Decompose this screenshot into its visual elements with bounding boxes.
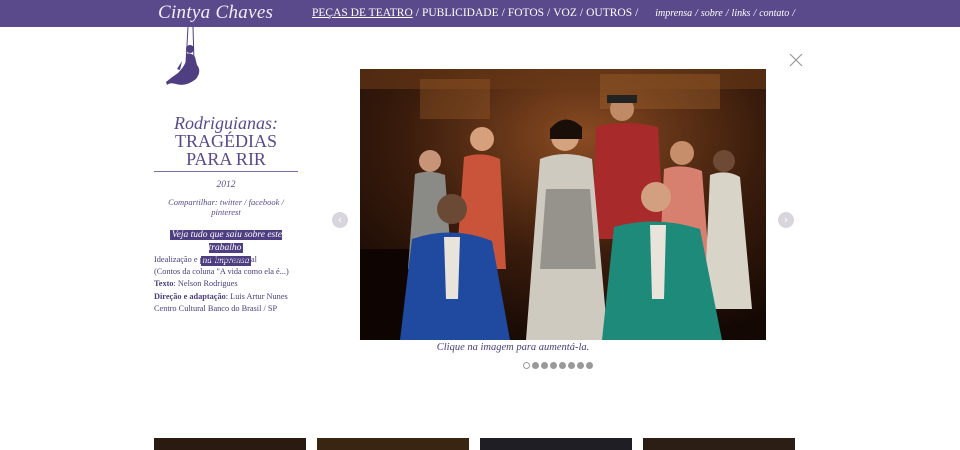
nav-item-fotos[interactable]: FOTOS — [508, 7, 544, 19]
credits-block: Idealização e produção pessoal (Contos d… — [154, 254, 324, 315]
credits-direction-value: : Luis Artur Nunes — [225, 291, 288, 301]
credits-direction-row: Direção e adaptação: Luis Artur Nunes — [154, 291, 324, 303]
share-facebook-link[interactable]: facebook — [249, 197, 280, 207]
nav-separator: / — [635, 7, 639, 19]
nav-separator: / — [579, 7, 584, 19]
pagination-dot[interactable] — [577, 362, 584, 369]
credits-line: Centro Cultural Banco do Brasil / SP — [154, 303, 278, 313]
subnav-separator: / — [753, 8, 757, 19]
subnav-separator: / — [695, 8, 698, 19]
subnav-item-links[interactable]: links — [732, 8, 751, 19]
pagination-dot[interactable] — [559, 362, 566, 369]
main-nav: PEÇAS DE TEATRO / PUBLICIDADE / FOTOS / … — [312, 7, 641, 19]
secondary-nav: imprensa / sobre / links / contato / — [655, 8, 798, 19]
subnav-separator: / — [792, 8, 795, 19]
thumbnail[interactable] — [154, 438, 306, 450]
work-year: 2012 — [216, 180, 236, 190]
pagination-dot[interactable] — [550, 362, 557, 369]
gallery-next-button[interactable]: › — [778, 212, 794, 228]
thumbnail[interactable] — [643, 438, 795, 450]
nav-separator: / — [415, 7, 419, 19]
nav-item-publicidade[interactable]: PUBLICIDADE — [422, 7, 499, 19]
gallery-prev-button[interactable]: ‹ — [332, 212, 348, 228]
chevron-left-icon: ‹ — [337, 213, 343, 226]
work-title-line1: Rodriguianas: — [173, 113, 278, 133]
swing-girl-logo-icon — [166, 27, 200, 85]
thumbnail[interactable] — [480, 438, 632, 450]
site-logo[interactable]: Cintya Chaves — [158, 2, 273, 24]
close-icon[interactable] — [789, 53, 803, 67]
subnav-separator: / — [725, 8, 729, 19]
share-twitter-link[interactable]: twitter — [220, 197, 242, 207]
credits-text-value: : Nelson Rodrigues — [173, 279, 238, 289]
credits-direction-label: Direção e adaptação — [154, 291, 226, 301]
work-title-line2: TRAGÉDIAS PARA RIR — [175, 131, 277, 169]
thumbnail[interactable] — [317, 438, 469, 450]
title-divider — [154, 171, 298, 172]
share-separator: / — [242, 197, 249, 207]
nav-separator: / — [501, 7, 505, 19]
nav-separator: / — [547, 7, 551, 19]
gallery-pagination — [523, 362, 593, 369]
share-separator: / — [279, 197, 284, 207]
top-bar: Cintya Chaves PEÇAS DE TEATRO / PUBLICID… — [0, 0, 960, 27]
credits-line: (Contos da coluna "A vida como ela é...) — [154, 267, 289, 277]
credits-text-label: Texto — [154, 279, 174, 289]
pagination-dot[interactable] — [523, 362, 530, 369]
pagination-dot[interactable] — [568, 362, 575, 369]
work-info: Rodriguianas: TRAGÉDIAS PARA RIR 2012 Co… — [154, 114, 298, 268]
subnav-item-imprensa[interactable]: imprensa — [655, 8, 692, 19]
pagination-dot[interactable] — [586, 362, 593, 369]
credits-text-row: Texto: Nelson Rodrigues — [154, 278, 324, 290]
pagination-dot[interactable] — [532, 362, 539, 369]
chevron-right-icon: › — [783, 213, 789, 226]
share-pinterest-link[interactable]: pinterest — [211, 207, 240, 217]
gallery-photo[interactable] — [360, 69, 766, 340]
gallery-caption: Clique na imagem para aumentá-la. — [436, 342, 590, 353]
subnav-item-contato[interactable]: contato — [759, 8, 789, 19]
press-link-line1[interactable]: Veja tudo que saiu sobre este trabalho — [169, 230, 283, 253]
nav-item-outros[interactable]: OUTROS — [586, 7, 632, 19]
pagination-dot[interactable] — [541, 362, 548, 369]
share-label: Compartilhar: — [168, 197, 220, 207]
share-row: Compartilhar: twitter / facebook / pinte… — [154, 197, 298, 217]
subnav-item-sobre[interactable]: sobre — [701, 8, 723, 19]
nav-item-voz[interactable]: VOZ — [553, 7, 577, 19]
credits-line: Idealização e produção pessoal — [154, 255, 257, 264]
thumbnail-strip — [154, 438, 795, 450]
nav-item-pecas-de-teatro[interactable]: PEÇAS DE TEATRO — [312, 7, 413, 19]
